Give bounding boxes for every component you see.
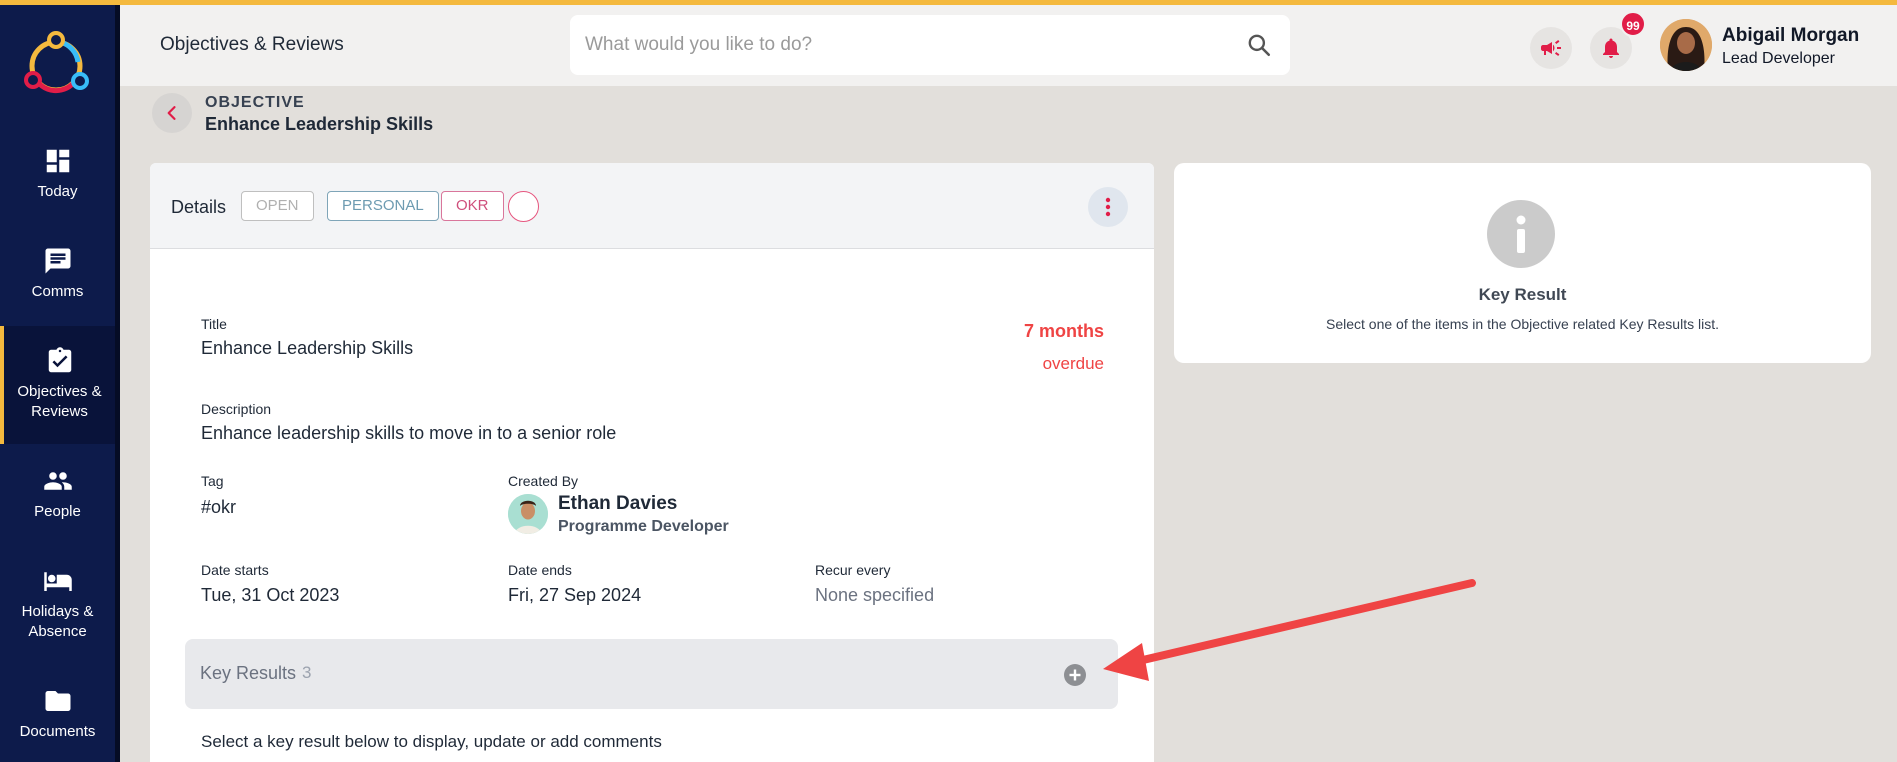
title-label: Title [201,316,227,332]
sidebar-item-label-2: Absence [28,623,87,640]
objective-details-card: Details OPEN PERSONAL OKR Title Enhance … [150,163,1154,762]
sidebar-item-label: People [34,503,81,520]
card-header: Details OPEN PERSONAL OKR [150,163,1154,249]
info-icon [1487,200,1555,268]
sidebar-item-documents[interactable]: Documents [0,686,115,742]
progress-circle [508,191,539,222]
key-results-hint: Select a key result below to display, up… [201,732,662,751]
add-key-result-icon[interactable] [1063,663,1087,687]
chat-icon [45,248,70,274]
notification-count-badge: 99 [1620,11,1646,37]
user-role: Lead Developer [1722,50,1835,67]
people-icon [43,472,72,490]
top-header: Objectives & Reviews What would you like… [120,5,1897,86]
date-starts-value: Tue, 31 Oct 2023 [201,585,340,605]
chevron-left-icon [167,106,176,120]
sidebar-item-label: Holidays & [21,603,94,620]
sidebar-item-comms[interactable]: Comms [0,246,115,302]
sidebar-edge [115,0,120,762]
overdue-duration: 7 months [1023,321,1104,341]
folder-icon [45,691,70,711]
date-ends-label: Date ends [508,562,572,578]
sidebar-item-label: Comms [31,283,84,300]
key-results-count: 3 [302,663,312,682]
sidebar-item-label-2: Reviews [31,403,88,420]
search-input[interactable]: What would you like to do? [570,15,1290,75]
created-by-label: Created By [508,473,579,489]
creator-avatar[interactable] [508,494,548,534]
sidebar-item-people[interactable]: People [0,466,115,522]
sidebar: Today Comms Objectives & Reviews People … [0,0,120,762]
creator-role: Programme Developer [558,518,729,535]
user-avatar-image [1660,19,1712,71]
key-results-label: Key Results [200,663,297,683]
page-title: Objectives & Reviews [160,34,344,55]
app-logo[interactable] [20,26,92,98]
date-ends-value: Fri, 27 Sep 2024 [508,585,642,605]
search-icon[interactable] [1246,32,1272,58]
user-name[interactable]: Abigail Morgan [1722,25,1859,47]
title-value: Enhance Leadership Skills [201,338,414,358]
info-glyph [1516,215,1526,253]
type-pill-okr[interactable]: OKR [441,191,504,221]
user-avatar[interactable] [1660,19,1712,71]
breadcrumb-title: Enhance Leadership Skills [205,114,434,134]
sidebar-item-label: Documents [19,723,96,740]
announcements-button[interactable] [1530,27,1572,69]
recur-value: None specified [815,585,935,605]
description-label: Description [201,401,272,417]
search-placeholder: What would you like to do? [585,34,813,55]
sidebar-item-label: Today [37,183,78,200]
clipboard-check-icon [48,347,71,373]
overdue-label: overdue [1042,354,1104,373]
key-results-section[interactable]: Key Results 3 [185,639,1118,709]
top-accent-line [0,0,1897,5]
bell-icon [1603,38,1619,58]
type-pill-personal[interactable]: PERSONAL [327,191,439,221]
sidebar-item-holidays[interactable]: Holidays & Absence [0,566,115,642]
description-value: Enhance leadership skills to move in to … [201,423,617,443]
more-options-button[interactable] [1088,187,1128,227]
key-result-panel-title: Key Result [1478,285,1567,304]
tab-details[interactable]: Details [171,197,226,218]
back-button[interactable] [152,93,192,133]
creator-name[interactable]: Ethan Davies [558,493,677,515]
sidebar-item-today[interactable]: Today [0,146,115,202]
key-result-panel-text: Select one of the items in the Objective… [1326,316,1719,332]
bed-icon [43,572,72,591]
recur-label: Recur every [815,562,891,578]
kebab-menu-icon [1105,197,1111,217]
key-result-info-panel: Key Result Select one of the items in th… [1174,163,1871,363]
tag-value: #okr [201,497,237,517]
breadcrumb-label: OBJECTIVE [205,94,305,111]
sidebar-item-label: Objectives & [17,383,102,400]
megaphone-icon [1541,40,1561,56]
dashboard-icon [46,149,69,173]
tag-label: Tag [201,473,224,489]
sidebar-item-objectives[interactable]: Objectives & Reviews [0,326,115,444]
creator-avatar-image [508,494,548,534]
date-starts-label: Date starts [201,562,269,578]
status-pill-open[interactable]: OPEN [241,191,314,221]
